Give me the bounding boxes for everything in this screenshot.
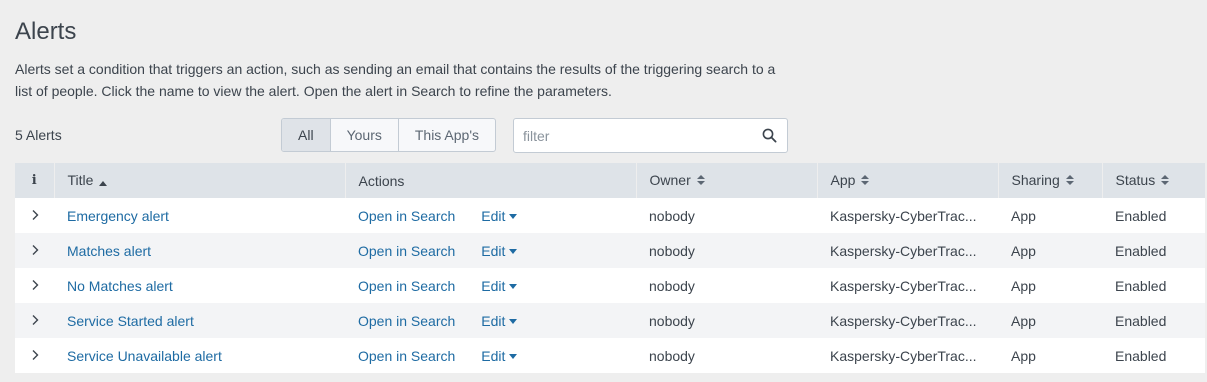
edit-menu-button[interactable]: Edit xyxy=(481,242,518,259)
open-in-search-link[interactable]: Open in Search xyxy=(358,278,455,294)
open-in-search-link[interactable]: Open in Search xyxy=(358,208,455,224)
col-header-actions: Actions xyxy=(345,163,637,198)
filter-tab-all[interactable]: All xyxy=(282,119,331,151)
sort-both-icon xyxy=(861,173,870,189)
app-cell: Kaspersky-CyberTrac... xyxy=(830,278,977,295)
caret-down-icon xyxy=(509,354,518,360)
alert-title-link[interactable]: Matches alert xyxy=(67,243,151,259)
sharing-cell: App xyxy=(1011,242,1036,259)
expand-row-button[interactable] xyxy=(15,233,54,268)
alert-title-link[interactable]: No Matches alert xyxy=(67,278,173,294)
app-cell: Kaspersky-CyberTrac... xyxy=(830,313,977,330)
open-in-search-link[interactable]: Open in Search xyxy=(358,243,455,259)
filter-tab-yours[interactable]: Yours xyxy=(331,119,399,151)
sharing-cell: App xyxy=(1011,347,1036,364)
edit-menu-button[interactable]: Edit xyxy=(481,207,518,224)
expand-row-button[interactable] xyxy=(15,198,54,233)
table-row: No Matches alert Open in Search Edit nobo… xyxy=(15,268,1205,303)
col-header-sharing-label: Sharing xyxy=(1011,171,1060,188)
edit-label: Edit xyxy=(481,312,506,329)
sort-both-icon xyxy=(1065,173,1074,189)
caret-down-icon xyxy=(509,214,518,220)
sort-both-icon xyxy=(1161,173,1170,189)
edit-label: Edit xyxy=(481,207,506,224)
col-header-app-label: App xyxy=(830,171,856,188)
caret-down-icon xyxy=(509,284,518,290)
table-row: Matches alert Open in Search Edit nobody … xyxy=(15,233,1205,268)
caret-down-icon xyxy=(509,249,518,255)
col-header-owner-label: Owner xyxy=(649,171,691,188)
chevron-right-icon xyxy=(32,279,38,290)
expand-row-button[interactable] xyxy=(15,338,54,373)
status-cell: Enabled xyxy=(1115,312,1167,329)
page-description: Alerts set a condition that triggers an … xyxy=(15,61,776,99)
sharing-cell: App xyxy=(1011,312,1036,329)
owner-cell: nobody xyxy=(649,347,695,364)
ownership-filter: All Yours This App's xyxy=(281,118,497,152)
edit-label: Edit xyxy=(481,347,506,364)
owner-cell: nobody xyxy=(649,312,695,329)
edit-menu-button[interactable]: Edit xyxy=(481,347,518,364)
page-title: Alerts xyxy=(15,18,77,45)
table-header-row: i Title Actions Owner App Sharing Status xyxy=(15,163,1205,198)
search-box xyxy=(513,118,788,153)
alerts-table: i Title Actions Owner App Sharing Status… xyxy=(15,163,1205,373)
filter-tab-this-apps[interactable]: This App's xyxy=(399,119,495,151)
edit-label: Edit xyxy=(481,242,506,259)
caret-down-icon xyxy=(509,319,518,325)
status-cell: Enabled xyxy=(1115,207,1167,224)
sort-both-icon xyxy=(696,173,705,189)
chevron-right-icon xyxy=(32,314,38,325)
alert-title-link[interactable]: Service Unavailable alert xyxy=(67,348,222,364)
search-icon[interactable] xyxy=(762,128,777,148)
col-header-app[interactable]: App xyxy=(817,163,999,198)
col-header-status[interactable]: Status xyxy=(1102,163,1205,198)
status-cell: Enabled xyxy=(1115,242,1167,259)
edit-menu-button[interactable]: Edit xyxy=(481,277,518,294)
sort-asc-icon xyxy=(99,173,108,189)
sharing-cell: App xyxy=(1011,277,1036,294)
col-header-title-label: Title xyxy=(67,171,94,188)
open-in-search-link[interactable]: Open in Search xyxy=(358,313,455,329)
alert-count: 5 Alerts xyxy=(15,127,62,143)
table-row: Service Unavailable alert Open in Search… xyxy=(15,338,1205,373)
col-header-sharing[interactable]: Sharing xyxy=(998,163,1103,198)
chevron-right-icon xyxy=(32,209,38,220)
app-cell: Kaspersky-CyberTrac... xyxy=(830,208,977,225)
chevron-right-icon xyxy=(32,244,38,255)
sharing-cell: App xyxy=(1011,207,1036,224)
alert-title-link[interactable]: Service Started alert xyxy=(67,313,194,329)
owner-cell: nobody xyxy=(649,277,695,294)
status-cell: Enabled xyxy=(1115,347,1167,364)
alert-title-link[interactable]: Emergency alert xyxy=(67,208,169,224)
edit-label: Edit xyxy=(481,277,506,294)
info-header: i xyxy=(15,163,55,198)
app-cell: Kaspersky-CyberTrac... xyxy=(830,348,977,365)
col-header-status-label: Status xyxy=(1115,171,1156,188)
app-cell: Kaspersky-CyberTrac... xyxy=(830,243,977,260)
table-row: Emergency alert Open in Search Edit nobod… xyxy=(15,198,1205,233)
status-cell: Enabled xyxy=(1115,277,1167,294)
owner-cell: nobody xyxy=(649,242,695,259)
chevron-right-icon xyxy=(32,349,38,360)
expand-row-button[interactable] xyxy=(15,268,54,303)
col-header-title[interactable]: Title xyxy=(54,163,346,198)
table-row: Service Started alert Open in Search Edit… xyxy=(15,303,1205,338)
edit-menu-button[interactable]: Edit xyxy=(481,312,518,329)
search-input[interactable] xyxy=(514,119,744,152)
open-in-search-link[interactable]: Open in Search xyxy=(358,348,455,364)
expand-row-button[interactable] xyxy=(15,303,54,338)
col-header-owner[interactable]: Owner xyxy=(636,163,818,198)
owner-cell: nobody xyxy=(649,207,695,224)
